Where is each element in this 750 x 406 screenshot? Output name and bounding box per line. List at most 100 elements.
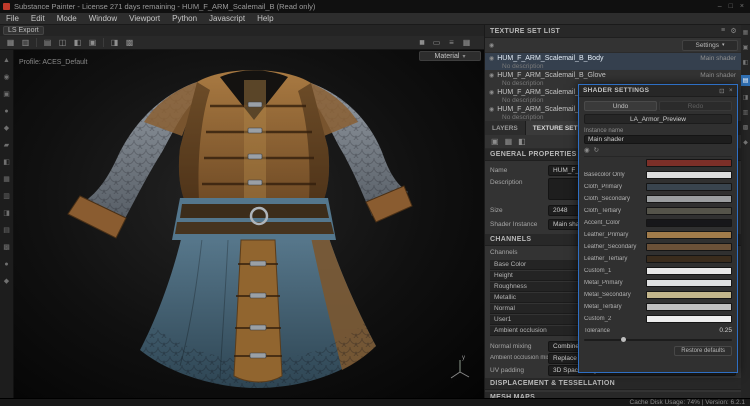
eye-icon[interactable]: ◉ bbox=[489, 55, 494, 62]
shader-param-row: Cloth_Primary bbox=[584, 181, 732, 193]
color-swatch[interactable] bbox=[646, 303, 732, 311]
menu-file[interactable]: File bbox=[0, 14, 25, 23]
camera-frame-icon[interactable]: ▭ bbox=[430, 37, 443, 48]
texture-set-list-toolbar: ◉ Settings ▾ bbox=[485, 38, 742, 53]
color-swatch[interactable] bbox=[646, 279, 732, 287]
expand-icon[interactable]: ◧ bbox=[518, 137, 526, 146]
menu-edit[interactable]: Edit bbox=[25, 14, 51, 23]
refresh-icon[interactable]: ↻ bbox=[594, 146, 599, 154]
tool-icon[interactable]: ▩ bbox=[3, 244, 10, 251]
texture-set-list-title: TEXTURE SET LIST bbox=[490, 28, 560, 35]
color-swatch[interactable] bbox=[646, 219, 732, 227]
dock-icon-shelf[interactable]: ▩ bbox=[743, 125, 749, 131]
param-label: Metal_Tertiary bbox=[584, 304, 646, 310]
slider-thumb[interactable] bbox=[621, 337, 626, 342]
color-swatch[interactable] bbox=[646, 159, 732, 167]
undo-button[interactable]: Undo bbox=[584, 101, 657, 111]
viewport-menu-icon[interactable]: ≡ bbox=[445, 37, 458, 48]
eye-icon[interactable]: ◉ bbox=[489, 89, 494, 96]
clone-tool-icon[interactable]: ▩ bbox=[123, 37, 136, 48]
display-mode-value: Material bbox=[435, 53, 460, 60]
menu-window[interactable]: Window bbox=[83, 14, 123, 23]
restore-defaults-button[interactable]: Restore defaults bbox=[674, 346, 732, 356]
viewport-3d[interactable]: Profile: ACES_Default Material ▾ bbox=[14, 50, 484, 398]
color-swatch[interactable] bbox=[646, 207, 732, 215]
shader-param-row bbox=[584, 157, 732, 169]
tool-icon[interactable]: ◧ bbox=[3, 159, 10, 166]
menu-javascript[interactable]: Javascript bbox=[203, 14, 251, 23]
tool-icon[interactable]: ▤ bbox=[3, 227, 10, 234]
minimize-icon[interactable]: – bbox=[718, 3, 722, 10]
dock-icon-display-settings[interactable]: ▦ bbox=[743, 30, 749, 36]
smudge-tool-icon[interactable]: ◨ bbox=[108, 37, 121, 48]
grid-icon[interactable]: ▦ bbox=[4, 37, 17, 48]
param-label: Custom_1 bbox=[584, 268, 646, 274]
tool-icon[interactable]: ◆ bbox=[4, 278, 9, 285]
tool-icon[interactable]: ◉ bbox=[3, 74, 9, 81]
eye-icon[interactable]: ◉ bbox=[584, 146, 590, 154]
texture-set-item[interactable]: ◉ HUM_F_ARM_Scalemail_B_Body Main shader… bbox=[485, 53, 742, 70]
menu-bar: File Edit Mode Window Viewport Python Ja… bbox=[0, 13, 750, 25]
dock-icon-properties[interactable]: ◨ bbox=[743, 95, 749, 101]
shader-param-row: Leather_Tertiary bbox=[584, 253, 732, 265]
dock-icon-layers[interactable]: ◧ bbox=[743, 60, 749, 66]
displacement-header[interactable]: DISPLACEMENT & TESSELLATION bbox=[485, 378, 742, 390]
projection-tool-icon[interactable]: ◧ bbox=[71, 37, 84, 48]
color-swatch[interactable] bbox=[646, 195, 732, 203]
color-swatch[interactable] bbox=[646, 231, 732, 239]
dock-icon-shader-settings[interactable]: ▤ bbox=[741, 75, 750, 86]
tool-icon[interactable]: ▰ bbox=[4, 142, 9, 149]
color-swatch[interactable] bbox=[646, 183, 732, 191]
instance-name-field[interactable]: Main shader bbox=[584, 135, 732, 144]
display-mode-dropdown[interactable]: Material ▾ bbox=[419, 51, 481, 61]
panel-menu-icon[interactable]: ≡ bbox=[721, 27, 725, 35]
menu-python[interactable]: Python bbox=[166, 14, 203, 23]
tolerance-value: 0.25 bbox=[719, 327, 732, 334]
color-swatch[interactable] bbox=[646, 315, 732, 323]
color-swatch[interactable] bbox=[646, 291, 732, 299]
tool-icon[interactable]: ▲ bbox=[3, 57, 10, 64]
ls-export-button[interactable]: LS Export bbox=[3, 26, 44, 35]
tool-icon[interactable]: ● bbox=[4, 108, 8, 115]
tool-icon[interactable]: ◨ bbox=[3, 210, 10, 217]
tool-icon[interactable]: ▥ bbox=[3, 193, 10, 200]
shader-selector-button[interactable]: LA_Armor_Preview bbox=[584, 114, 732, 124]
close-icon[interactable]: × bbox=[729, 87, 733, 95]
maximize-icon[interactable]: □ bbox=[729, 3, 733, 10]
texture-set-settings-button[interactable]: Settings ▾ bbox=[682, 40, 738, 51]
menu-viewport[interactable]: Viewport bbox=[123, 14, 166, 23]
bake-icon[interactable]: ▣ bbox=[491, 137, 499, 146]
paint-tool-icon[interactable]: ▤ bbox=[41, 37, 54, 48]
color-swatch[interactable] bbox=[646, 255, 732, 263]
pause-engine-icon[interactable]: ▮▮ bbox=[415, 37, 428, 48]
eye-icon[interactable]: ◉ bbox=[489, 72, 494, 79]
eraser-tool-icon[interactable]: ◫ bbox=[56, 37, 69, 48]
dock-icon[interactable]: ⊡ bbox=[719, 87, 725, 95]
color-swatch[interactable] bbox=[646, 171, 732, 179]
tool-icon[interactable]: ▦ bbox=[3, 176, 10, 183]
gizmo-axis-label: y bbox=[462, 355, 465, 361]
dock-icon-log[interactable]: ◆ bbox=[743, 140, 748, 146]
panel-gear-icon[interactable]: ⚙ bbox=[730, 27, 737, 35]
name-label: Name bbox=[490, 167, 548, 174]
tool-icon[interactable]: ▣ bbox=[3, 91, 10, 98]
param-label: Cloth_Tertiary bbox=[584, 208, 646, 214]
tool-icon[interactable]: ● bbox=[4, 261, 8, 268]
close-icon[interactable]: × bbox=[740, 3, 744, 10]
eye-icon[interactable]: ◉ bbox=[489, 106, 494, 113]
tool-icon[interactable]: ◆ bbox=[4, 125, 9, 132]
viewport-grid-icon[interactable]: ▦ bbox=[460, 37, 473, 48]
redo-button[interactable]: Redo bbox=[659, 101, 732, 111]
tolerance-slider[interactable] bbox=[584, 337, 732, 343]
menu-mode[interactable]: Mode bbox=[51, 14, 83, 23]
tab-layers[interactable]: LAYERS bbox=[485, 121, 526, 135]
menu-help[interactable]: Help bbox=[251, 14, 279, 23]
resolution-icon[interactable]: ▦ bbox=[505, 137, 513, 146]
polygon-fill-tool-icon[interactable]: ▣ bbox=[86, 37, 99, 48]
eye-icon[interactable]: ◉ bbox=[489, 42, 494, 49]
dock-icon-texture-set-list[interactable]: ▣ bbox=[743, 45, 749, 51]
color-swatch[interactable] bbox=[646, 267, 732, 275]
layout-icon[interactable]: ▥ bbox=[19, 37, 32, 48]
color-swatch[interactable] bbox=[646, 243, 732, 251]
dock-icon-history[interactable]: ▥ bbox=[743, 110, 749, 116]
